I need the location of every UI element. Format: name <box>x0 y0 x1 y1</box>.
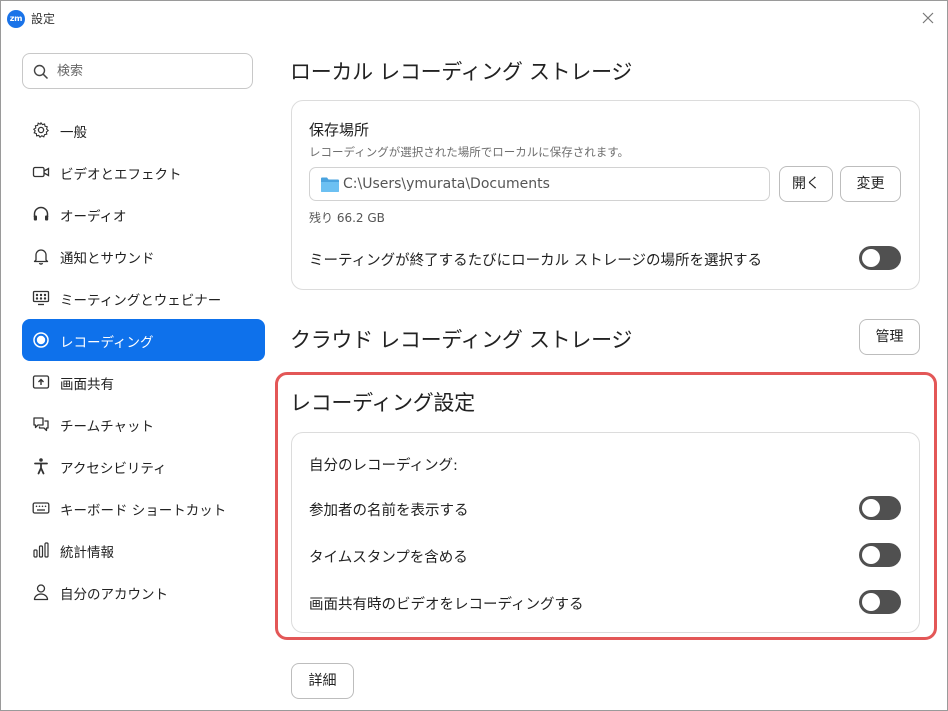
sidebar-item-accessibility[interactable]: アクセシビリティ <box>22 445 265 487</box>
chat-icon <box>32 415 50 433</box>
sidebar-item-label: レコーディング <box>60 335 154 351</box>
save-location-label: 保存場所 <box>309 121 370 139</box>
sidebar-item-label: アクセシビリティ <box>60 461 167 477</box>
save-path-field: C:\Users\ymurata\Documents <box>309 167 770 201</box>
sidebar-item-label: ミーティングとウェビナー <box>60 293 222 309</box>
sidebar-item-label: 統計情報 <box>60 545 114 561</box>
choose-location-each-time-label: ミーティングが終了するたびにローカル ストレージの場所を選択する <box>309 253 762 269</box>
search-box[interactable] <box>22 53 253 89</box>
save-location-description: レコーディングが選択された場所でローカルに保存されます。 <box>309 145 630 159</box>
toggle-knob <box>862 546 880 564</box>
sidebar-item-label: チームチャット <box>60 419 154 435</box>
sidebar-nav: 一般 ビデオとエフェクト オーディオ 通知とサウンド ミーティングとウェビナー … <box>22 109 265 613</box>
sidebar-item-video-effects[interactable]: ビデオとエフェクト <box>22 151 265 193</box>
save-path-text: C:\Users\ymurata\Documents <box>343 176 550 192</box>
user-icon <box>32 583 50 601</box>
sidebar-item-label: 一般 <box>60 125 87 141</box>
sidebar-item-statistics[interactable]: 統計情報 <box>22 529 265 571</box>
open-folder-button[interactable]: 開く <box>779 166 833 202</box>
sidebar-item-meetings-webinars[interactable]: ミーティングとウェビナー <box>22 277 265 319</box>
local-storage-title: ローカル レコーディング ストレージ <box>290 60 633 84</box>
accessibility-icon <box>32 457 50 475</box>
share-screen-icon <box>32 373 50 391</box>
sidebar-item-general[interactable]: 一般 <box>22 109 265 151</box>
cloud-storage-title: クラウド レコーディング ストレージ <box>290 328 633 352</box>
meeting-icon <box>32 289 50 307</box>
recording-settings-title: レコーディング設定 <box>290 391 475 415</box>
bell-icon <box>32 247 50 265</box>
window-title: 設定 <box>31 12 56 26</box>
bar-chart-icon <box>32 541 50 559</box>
sidebar-item-label: 画面共有 <box>60 377 114 393</box>
headphones-icon <box>32 205 50 223</box>
include-timestamp-toggle[interactable] <box>859 543 901 567</box>
sidebar-item-label: ビデオとエフェクト <box>60 167 182 183</box>
gear-icon <box>32 121 50 139</box>
search-icon <box>33 64 49 80</box>
my-recording-label: 自分のレコーディング: <box>309 458 458 474</box>
sidebar-item-label: キーボード ショートカット <box>60 503 227 519</box>
sidebar-item-notifications[interactable]: 通知とサウンド <box>22 235 265 277</box>
sidebar-item-label: 通知とサウンド <box>60 251 155 267</box>
change-folder-button[interactable]: 変更 <box>840 166 901 202</box>
manage-cloud-storage-button[interactable]: 管理 <box>859 319 920 355</box>
sidebar-item-team-chat[interactable]: チームチャット <box>22 403 265 445</box>
folder-icon <box>321 177 339 192</box>
close-button[interactable] <box>919 9 937 27</box>
close-icon <box>922 12 934 24</box>
sidebar-item-label: オーディオ <box>60 209 127 225</box>
choose-location-each-time-toggle[interactable] <box>859 246 901 270</box>
sidebar-item-screen-share[interactable]: 画面共有 <box>22 361 265 403</box>
keyboard-icon <box>32 499 50 517</box>
sidebar-item-audio[interactable]: オーディオ <box>22 193 265 235</box>
settings-window: zm 設定 一般 ビデオとエフェクト オーディオ 通知とサウンド ミーティング <box>0 0 948 711</box>
toggle-knob <box>862 499 880 517</box>
record-icon <box>32 331 50 349</box>
toggle-knob <box>862 249 880 267</box>
remaining-space: 残り 66.2 GB <box>309 211 385 225</box>
details-button[interactable]: 詳細 <box>291 663 354 699</box>
sidebar-item-keyboard-shortcuts[interactable]: キーボード ショートカット <box>22 487 265 529</box>
record-video-during-share-label: 画面共有時のビデオをレコーディングする <box>309 597 584 613</box>
video-camera-icon <box>32 163 50 181</box>
sidebar-item-my-account[interactable]: 自分のアカウント <box>22 571 265 613</box>
include-timestamp-label: タイムスタンプを含める <box>309 550 468 566</box>
show-participant-names-label: 参加者の名前を表示する <box>309 503 469 519</box>
show-participant-names-toggle[interactable] <box>859 496 901 520</box>
toggle-knob <box>862 593 880 611</box>
search-input[interactable] <box>57 60 247 82</box>
sidebar-item-recording[interactable]: レコーディング <box>22 319 265 361</box>
record-video-during-share-toggle[interactable] <box>859 590 901 614</box>
sidebar-item-label: 自分のアカウント <box>60 587 168 603</box>
zoom-logo: zm <box>7 10 25 28</box>
title-bar: zm 設定 <box>1 1 947 35</box>
